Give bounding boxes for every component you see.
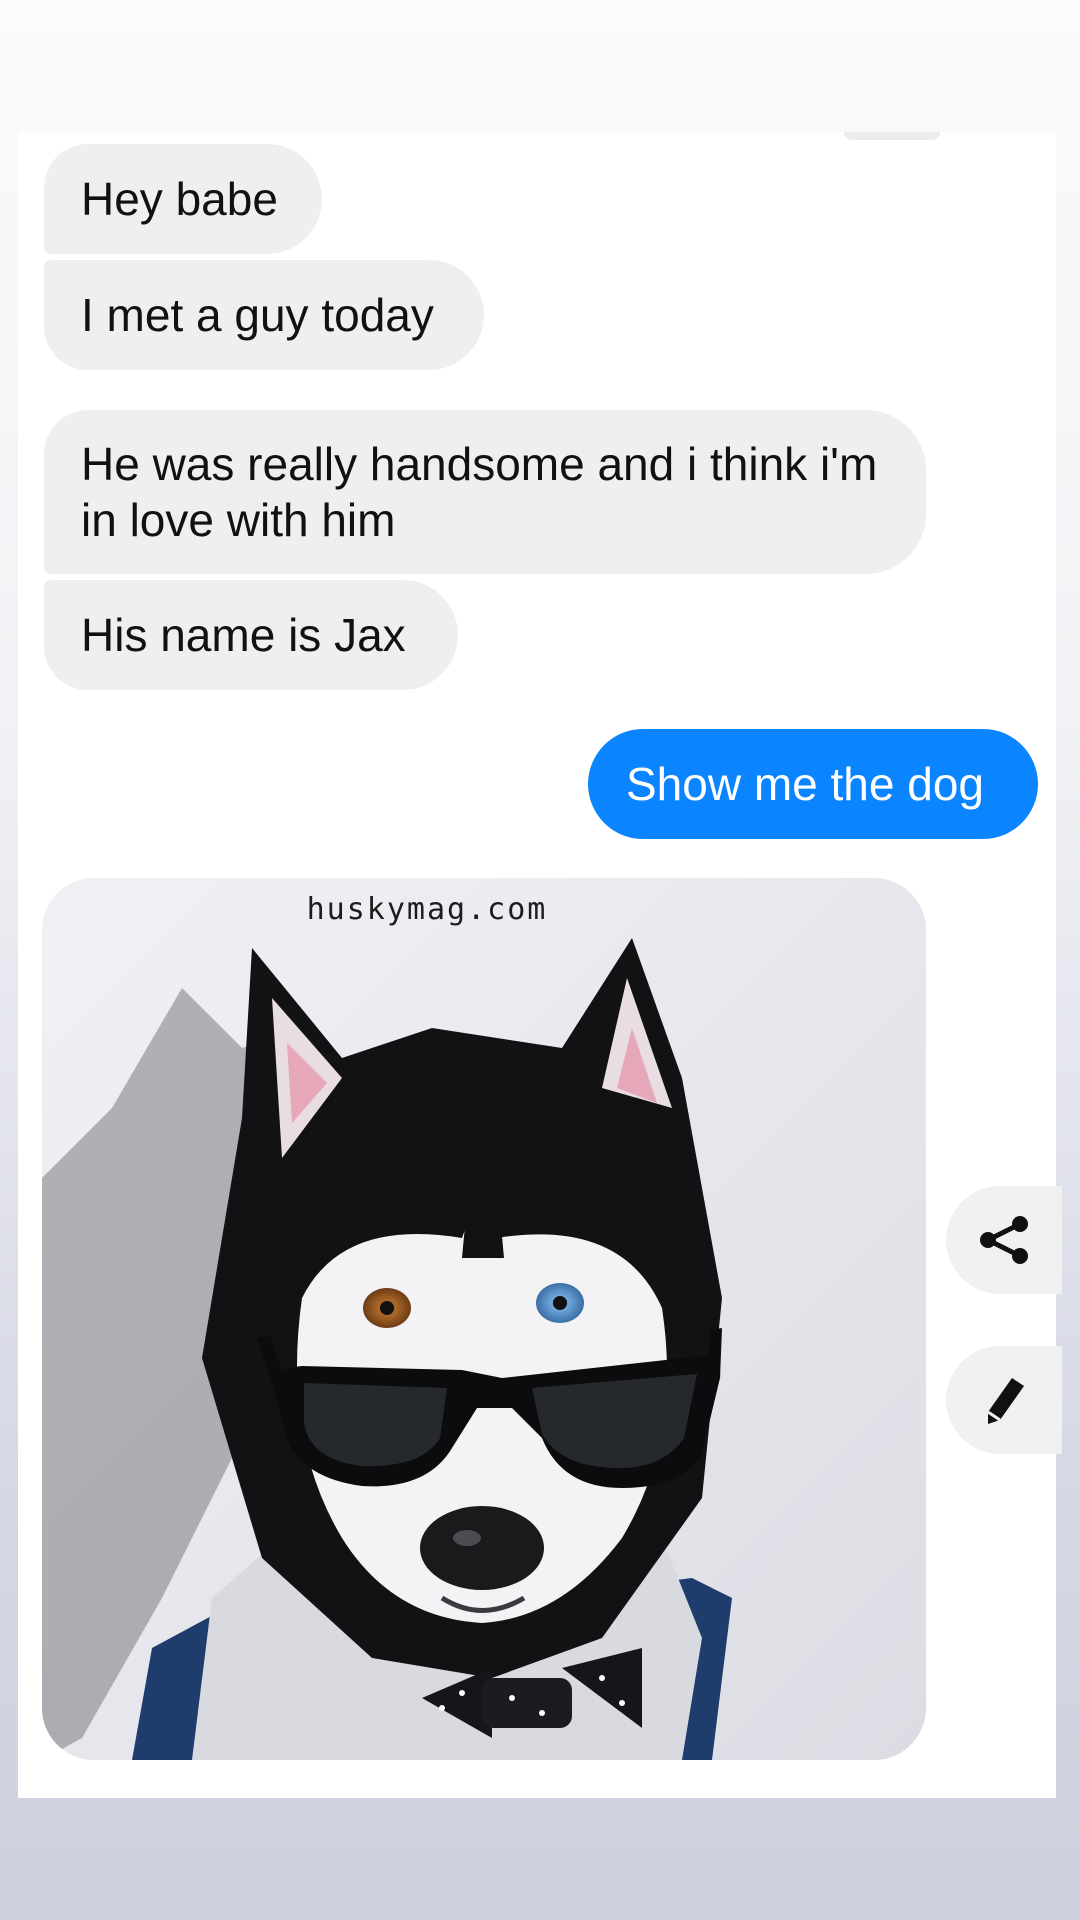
share-button[interactable] [946,1186,1062,1294]
edit-button[interactable] [946,1346,1062,1454]
outgoing-message[interactable]: Show me the dog [588,729,1038,839]
incoming-message[interactable]: His name is Jax [44,580,458,690]
message-text: I met a guy today [81,289,434,341]
conversation-thread: Hey babe I met a guy today He was really… [18,132,1056,1798]
incoming-message[interactable]: Hey babe [44,144,322,254]
share-icon [980,1216,1028,1264]
message-text: Hey babe [81,173,278,225]
message-text: He was really handsome and i think i'm i… [81,438,878,546]
message-text: His name is Jax [81,609,406,661]
shared-photo-husky[interactable]: huskymag.com [42,878,926,1760]
photo-watermark: huskymag.com [306,892,548,927]
pencil-icon [987,1378,1024,1424]
incoming-message[interactable]: I met a guy today [44,260,484,370]
previous-message-edge [844,132,940,140]
incoming-message[interactable]: He was really handsome and i think i'm i… [44,410,926,574]
message-text: Show me the dog [626,758,985,810]
husky-illustration [42,878,926,1760]
